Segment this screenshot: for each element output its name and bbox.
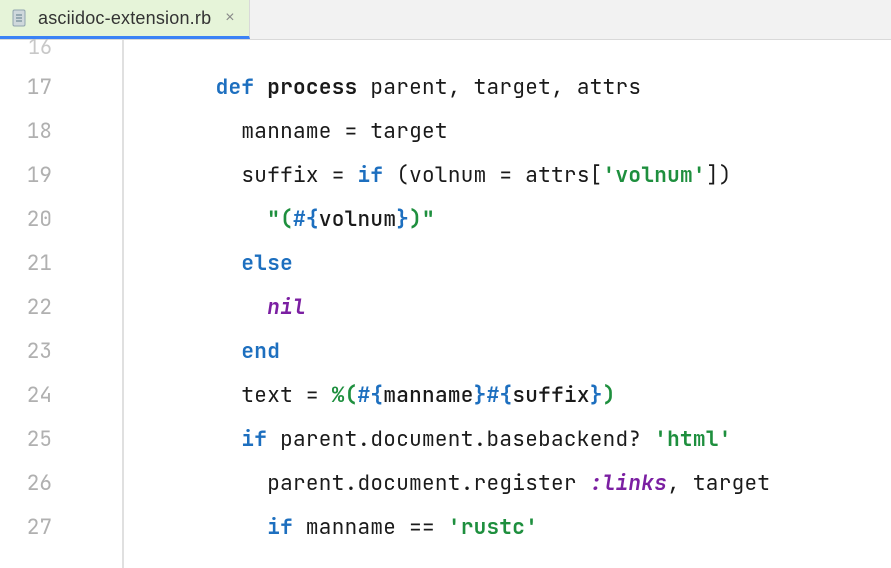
token <box>164 294 267 321</box>
token: if <box>358 162 397 189</box>
tab-filename: asciidoc-extension.rb <box>38 8 211 29</box>
token: ]) <box>706 162 732 189</box>
token: #{ <box>358 382 384 409</box>
token: #{ <box>293 206 319 233</box>
line-number: 16 <box>0 40 66 66</box>
code-line[interactable]: if manname == 'rustc' <box>164 506 891 550</box>
token: parent.document.basebackend? <box>280 426 654 453</box>
code-line[interactable] <box>164 40 891 66</box>
token: else <box>241 250 293 277</box>
code-line[interactable]: if parent.document.basebackend? 'html' <box>164 418 891 462</box>
fold-strip <box>66 40 124 568</box>
code-line[interactable]: text = %(#{manname}#{suffix}) <box>164 374 891 418</box>
token <box>164 118 241 145</box>
line-number: 21 <box>0 242 66 286</box>
code-line[interactable]: nil <box>164 286 891 330</box>
token: manname = target <box>241 118 447 145</box>
token: manname <box>383 382 473 409</box>
token: (volnum = attrs[ <box>396 162 602 189</box>
token: manname == <box>306 514 448 541</box>
line-number: 23 <box>0 330 66 374</box>
code-editor[interactable]: 161718192021222324252627 def process par… <box>0 40 891 568</box>
line-number: 25 <box>0 418 66 462</box>
token: :links <box>590 470 667 497</box>
token <box>164 426 241 453</box>
token <box>164 338 241 365</box>
token: if <box>267 514 306 541</box>
token: %( <box>332 382 358 409</box>
code-line[interactable]: else <box>164 242 891 286</box>
token: nil <box>267 294 306 321</box>
token <box>164 74 216 101</box>
token: suffix <box>512 382 589 409</box>
token <box>164 250 241 277</box>
token: } <box>474 382 487 409</box>
token: text = <box>241 382 331 409</box>
token <box>164 162 241 189</box>
file-icon <box>12 9 28 27</box>
token: } <box>396 206 409 233</box>
token: "( <box>267 206 293 233</box>
line-number: 26 <box>0 462 66 506</box>
tab-bar: asciidoc-extension.rb × <box>0 0 891 40</box>
token: suffix = <box>241 162 357 189</box>
token <box>164 514 267 541</box>
token: } <box>590 382 603 409</box>
token: 'volnum' <box>603 162 706 189</box>
code-line[interactable]: suffix = if (volnum = attrs['volnum']) <box>164 154 891 198</box>
line-number: 17 <box>0 66 66 110</box>
token: , target <box>667 470 770 497</box>
line-number: 20 <box>0 198 66 242</box>
code-line[interactable]: end <box>164 330 891 374</box>
close-icon[interactable]: × <box>225 9 234 27</box>
token: parent.document.register <box>267 470 590 497</box>
token <box>164 470 267 497</box>
token <box>164 206 267 233</box>
token: ) <box>603 382 616 409</box>
code-line[interactable]: def process parent, target, attrs <box>164 66 891 110</box>
line-number: 24 <box>0 374 66 418</box>
token: )" <box>409 206 435 233</box>
code-line[interactable]: "(#{volnum})" <box>164 198 891 242</box>
code-area[interactable]: def process parent, target, attrs mannam… <box>124 40 891 568</box>
token <box>164 382 241 409</box>
gutter: 161718192021222324252627 <box>0 40 66 568</box>
token: process <box>267 74 370 101</box>
code-line[interactable]: manname = target <box>164 110 891 154</box>
token: parent, target, attrs <box>370 74 641 101</box>
token: def <box>216 74 268 101</box>
line-number: 19 <box>0 154 66 198</box>
token: #{ <box>487 382 513 409</box>
code-line[interactable]: parent.document.register :links, target <box>164 462 891 506</box>
line-number: 18 <box>0 110 66 154</box>
token: volnum <box>319 206 396 233</box>
token: end <box>241 338 280 365</box>
token: if <box>241 426 280 453</box>
token: 'html' <box>654 426 731 453</box>
line-number: 27 <box>0 506 66 550</box>
line-number: 22 <box>0 286 66 330</box>
token: 'rustc' <box>448 514 538 541</box>
